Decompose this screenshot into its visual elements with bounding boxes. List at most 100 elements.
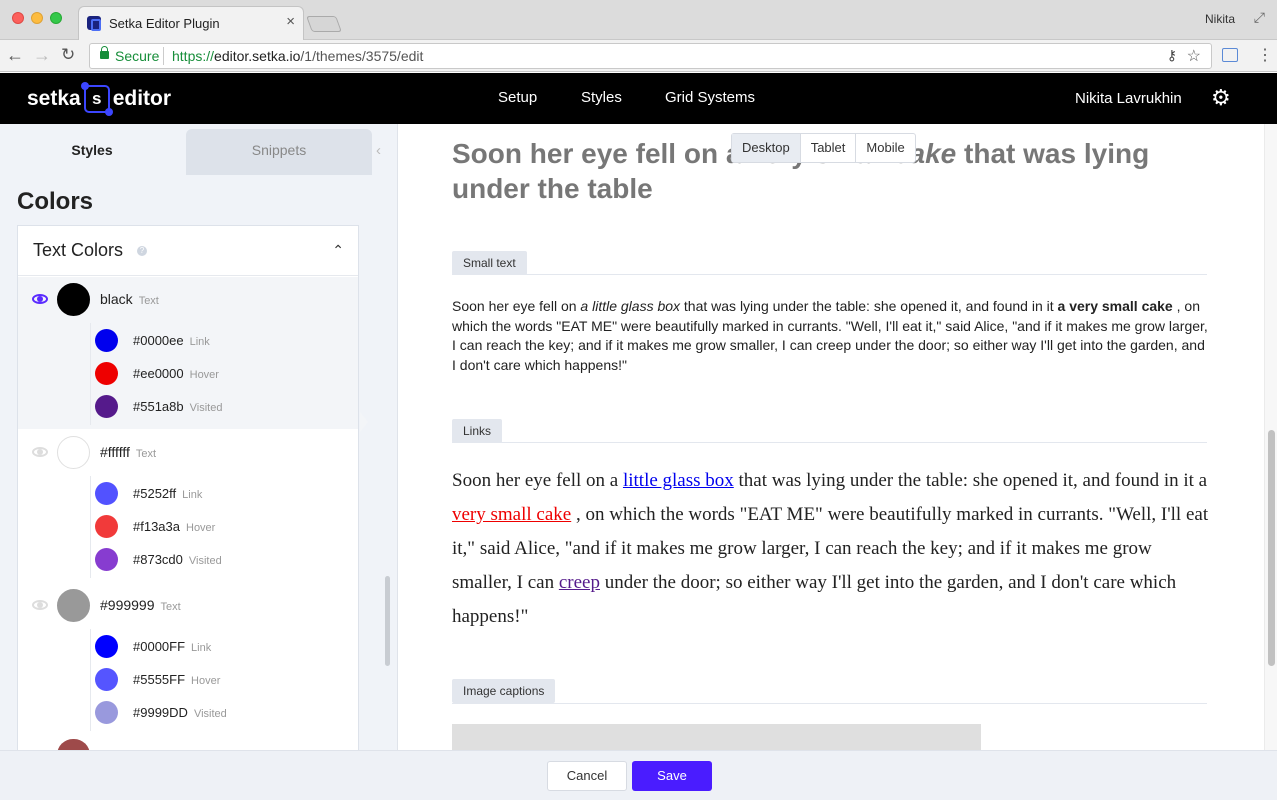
back-arrow-icon[interactable]: ← <box>6 45 24 65</box>
secure-label: Secure <box>115 48 160 64</box>
device-desktop-button[interactable]: Desktop <box>732 134 801 162</box>
color-group-white[interactable]: #ffffff Text #5252ff Link #f13a3a Hover #87… <box>18 430 358 582</box>
lock-icon <box>100 46 109 59</box>
color-swatch[interactable] <box>95 668 118 691</box>
reload-icon[interactable]: ↻ <box>61 45 75 65</box>
sub-color-visited[interactable]: #9999DD Visited <box>95 695 355 728</box>
section-divider <box>452 442 1207 443</box>
sub-color-visited[interactable]: #551a8b Visited <box>95 389 355 422</box>
device-tablet-button[interactable]: Tablet <box>801 134 857 162</box>
sub-color-link[interactable]: #5252ff Link <box>95 476 355 509</box>
color-group-gray[interactable]: #999999 Text #0000FF Link #5555FF Hover #99… <box>18 583 358 735</box>
user-name[interactable]: Nikita Lavrukhin <box>1075 90 1182 107</box>
sub-color-name: #0000FF Link <box>133 639 212 654</box>
gear-icon[interactable]: ⚙ <box>1211 85 1231 111</box>
nav-grid-systems[interactable]: Grid Systems <box>665 89 755 106</box>
address-bar[interactable]: Secure https://editor.setka.io/1/themes/… <box>89 43 1212 69</box>
save-button[interactable]: Save <box>632 761 712 791</box>
extension-icon[interactable] <box>1222 48 1238 62</box>
color-swatch[interactable] <box>95 635 118 658</box>
cancel-button[interactable]: Cancel <box>547 761 627 791</box>
color-swatch[interactable] <box>57 589 90 622</box>
panel-title: Text Colors <box>33 240 124 260</box>
color-name: #999999 Text <box>100 597 181 613</box>
color-swatch[interactable] <box>95 395 118 418</box>
sub-color-name: #873cd0 Visited <box>133 552 222 567</box>
sub-color-visited[interactable]: #873cd0 Visited <box>95 542 355 575</box>
bookmark-star-icon[interactable]: ☆ <box>1187 46 1201 66</box>
color-swatch[interactable] <box>95 329 118 352</box>
sub-color-name: #5252ff Link <box>133 486 203 501</box>
tab-close-icon[interactable]: × <box>286 13 295 30</box>
device-mobile-button[interactable]: Mobile <box>856 134 914 162</box>
profile-name[interactable]: Nikita <box>1205 12 1235 26</box>
browser-tab[interactable]: Setka Editor Plugin × <box>78 6 304 40</box>
sub-color-hover[interactable]: #5555FF Hover <box>95 662 355 695</box>
new-tab-button[interactable] <box>306 16 342 32</box>
preview-scrollbar[interactable] <box>1264 124 1277 750</box>
section-divider <box>452 274 1207 275</box>
sample-link[interactable]: little glass box <box>623 470 734 491</box>
color-swatch[interactable] <box>95 482 118 505</box>
color-swatch[interactable] <box>95 701 118 724</box>
tree-line <box>90 323 91 425</box>
tab-styles[interactable]: Styles <box>0 129 184 175</box>
footer-bar: Cancel Save <box>0 750 1277 800</box>
eye-icon[interactable] <box>32 600 48 610</box>
section-divider <box>452 703 1207 704</box>
section-label-links: Links <box>452 419 503 443</box>
url-host: editor.setka.io <box>214 48 301 64</box>
sub-color-name: #f13a3a Hover <box>133 519 216 534</box>
chevron-up-icon[interactable]: ⌃ <box>332 242 344 259</box>
device-switcher: Desktop Tablet Mobile <box>731 133 916 163</box>
browser-toolbar: ← → ↻ Secure https://editor.setka.io/1/t… <box>0 40 1277 72</box>
sub-color-link[interactable]: #0000ee Link <box>95 323 355 356</box>
text-colors-panel: Text Colors ? ⌃ black Text #0000ee Link #e… <box>17 225 359 755</box>
section-label-small-text: Small text <box>452 251 527 275</box>
fullscreen-icon[interactable]: ⤢ <box>1254 9 1265 26</box>
nav-setup[interactable]: Setup <box>498 89 537 106</box>
setka-editor-logo[interactable]: setka s editor <box>27 82 171 116</box>
browser-menu-icon[interactable]: ⋮ <box>1257 45 1273 65</box>
url-text[interactable]: https://editor.setka.io/1/themes/3575/ed… <box>172 48 423 64</box>
logo-text-left: setka <box>27 87 81 110</box>
active-caret <box>360 412 368 432</box>
preview-scroll-thumb[interactable] <box>1268 430 1275 666</box>
key-icon[interactable]: ⚷ <box>1167 47 1177 64</box>
color-swatch[interactable] <box>57 283 90 316</box>
sample-link-hover[interactable]: very small cake <box>452 504 571 525</box>
eye-icon[interactable] <box>32 294 48 304</box>
sidebar-scrollbar[interactable] <box>385 576 390 666</box>
forward-arrow-icon[interactable]: → <box>33 45 51 65</box>
logo-badge: s <box>80 82 113 116</box>
app-header: setka s editor Setup Styles Grid Systems… <box>0 73 1277 124</box>
color-swatch[interactable] <box>57 436 90 469</box>
sub-color-hover[interactable]: #ee0000 Hover <box>95 356 355 389</box>
window-minimize-button[interactable] <box>31 12 43 24</box>
sidebar: Styles Snippets ‹ Colors Text Colors ? ⌃… <box>0 124 398 755</box>
sub-color-hover[interactable]: #f13a3a Hover <box>95 509 355 542</box>
tab-snippets[interactable]: Snippets <box>186 129 372 175</box>
image-placeholder <box>452 724 981 750</box>
color-group-black[interactable]: black Text #0000ee Link #ee0000 Hover #551a… <box>18 277 358 429</box>
sub-color-name: #9999DD Visited <box>133 705 227 720</box>
links-sample: Soon her eye fell on a little glass box … <box>452 470 1209 627</box>
window-zoom-button[interactable] <box>50 12 62 24</box>
eye-icon[interactable] <box>32 447 48 457</box>
help-icon[interactable]: ? <box>137 246 147 256</box>
color-swatch[interactable] <box>95 548 118 571</box>
setka-favicon-icon <box>87 16 101 31</box>
window-close-button[interactable] <box>12 12 24 24</box>
color-swatch[interactable] <box>95 362 118 385</box>
sub-color-name: #ee0000 Hover <box>133 366 219 381</box>
url-path: /1/themes/3575/edit <box>300 48 424 64</box>
sub-color-link[interactable]: #0000FF Link <box>95 629 355 662</box>
sub-color-name: #0000ee Link <box>133 333 210 348</box>
url-separator <box>163 47 164 65</box>
sample-link-visited[interactable]: creep <box>559 572 600 593</box>
color-swatch[interactable] <box>95 515 118 538</box>
text-colors-header[interactable]: Text Colors ? ⌃ <box>18 226 358 276</box>
nav-styles[interactable]: Styles <box>581 89 622 106</box>
color-name: #ffffff Text <box>100 444 157 460</box>
collapse-sidebar-icon[interactable]: ‹ <box>376 142 381 159</box>
